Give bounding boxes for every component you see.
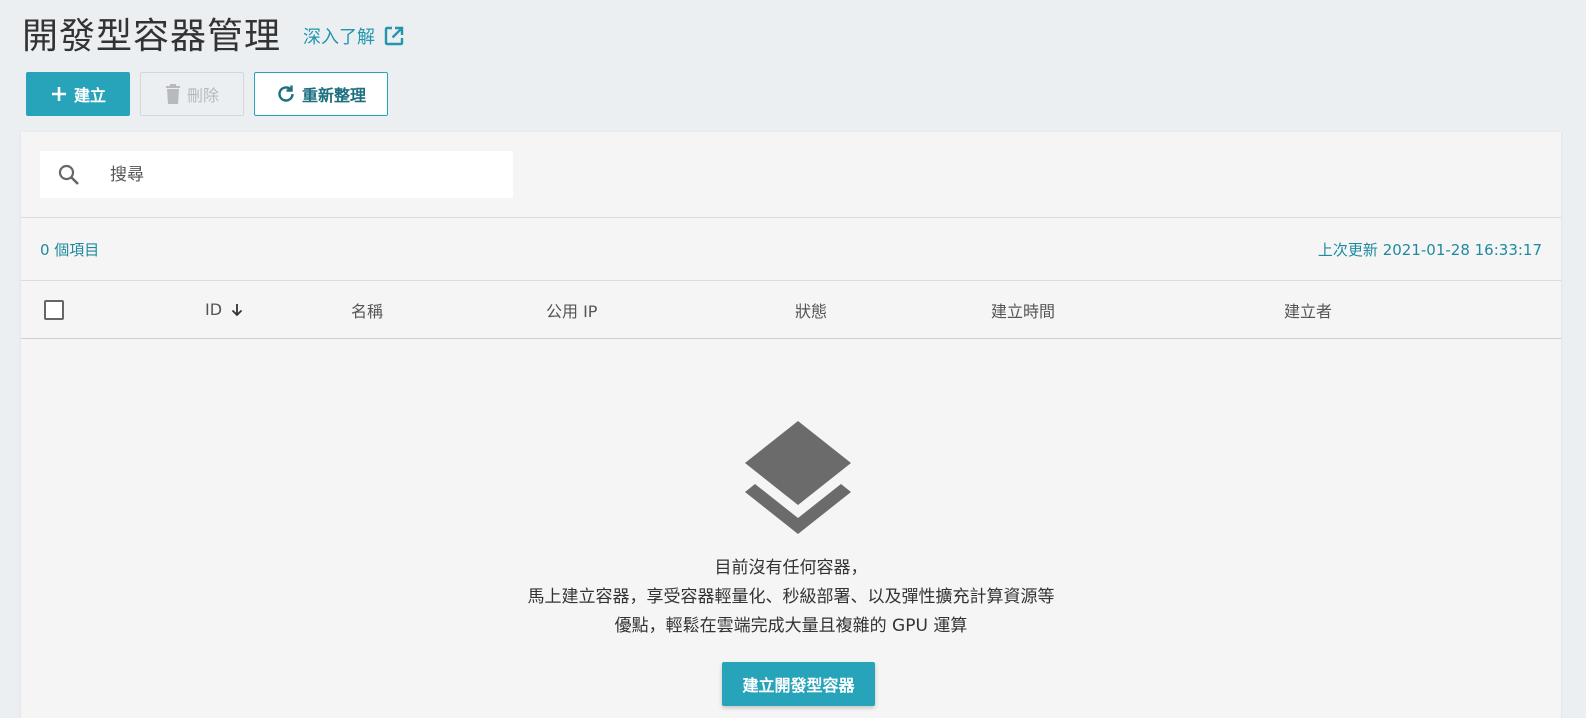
empty-state-line: 目前沒有任何容器， [714,558,868,578]
page-title: 開發型容器管理 [22,16,282,57]
external-link-icon [384,26,404,46]
delete-button[interactable]: 刪除 [140,72,244,116]
column-header-creator[interactable]: 建立者 [1284,281,1332,338]
info-row: 0 個項目 上次更新 2021-01-28 16:33:17 [21,218,1561,280]
select-all-cell [44,281,64,338]
learn-more-label: 深入了解 [303,27,376,48]
search-box [40,151,513,198]
sort-down-icon [231,303,243,316]
column-header-label: 建立者 [1284,301,1333,321]
column-header-label: 公用 IP [546,301,598,321]
column-header-label: 狀態 [795,301,828,321]
empty-state-line: 優點，輕鬆在雲端完成大量且複雜的 GPU 運算 [614,616,968,636]
containers-panel: 0 個項目 上次更新 2021-01-28 16:33:17 ID 名稱 公用 … [21,132,1561,718]
learn-more-link[interactable]: 深入了解 [303,23,405,49]
search-input[interactable] [110,164,490,185]
empty-state-line: 馬上建立容器，享受容器輕量化、秒級部署、以及彈性擴充計算資源等 [527,587,1055,607]
column-header-public-ip[interactable]: 公用 IP [546,281,597,338]
item-count: 0 個項目 [40,240,100,259]
empty-state: 目前沒有任何容器， 馬上建立容器，享受容器輕量化、秒級部署、以及彈性擴充計算資源… [21,339,1561,718]
table-header: ID 名稱 公用 IP 狀態 建立時間 建立者 [21,281,1561,338]
column-header-status[interactable]: 狀態 [795,281,827,338]
delete-button-label: 刪除 [186,86,219,105]
column-header-label: ID [205,300,223,319]
column-header-name[interactable]: 名稱 [351,281,383,338]
layers-icon [745,421,851,534]
refresh-icon [276,84,296,104]
page-header: 開發型容器管理 深入了解 [22,10,405,57]
last-updated: 上次更新 2021-01-28 16:33:17 [1317,240,1542,259]
select-all-checkbox[interactable] [44,299,64,320]
search-icon [58,164,79,185]
column-header-label: 名稱 [351,301,384,321]
column-header-label: 建立時間 [991,301,1056,321]
create-button[interactable]: 建立 [26,72,130,116]
toolbar: 建立 刪除 重新整理 [26,72,388,116]
column-header-id[interactable]: ID [205,281,245,338]
plus-icon [50,85,68,103]
trash-icon [165,84,181,104]
empty-state-message: 目前沒有任何容器， 馬上建立容器，享受容器輕量化、秒級部署、以及彈性擴充計算資源… [21,554,1561,641]
create-button-label: 建立 [73,86,106,105]
create-dev-container-button[interactable]: 建立開發型容器 [722,662,875,706]
refresh-button-label: 重新整理 [301,86,366,105]
column-header-created-time[interactable]: 建立時間 [991,281,1055,338]
refresh-button[interactable]: 重新整理 [254,72,388,116]
